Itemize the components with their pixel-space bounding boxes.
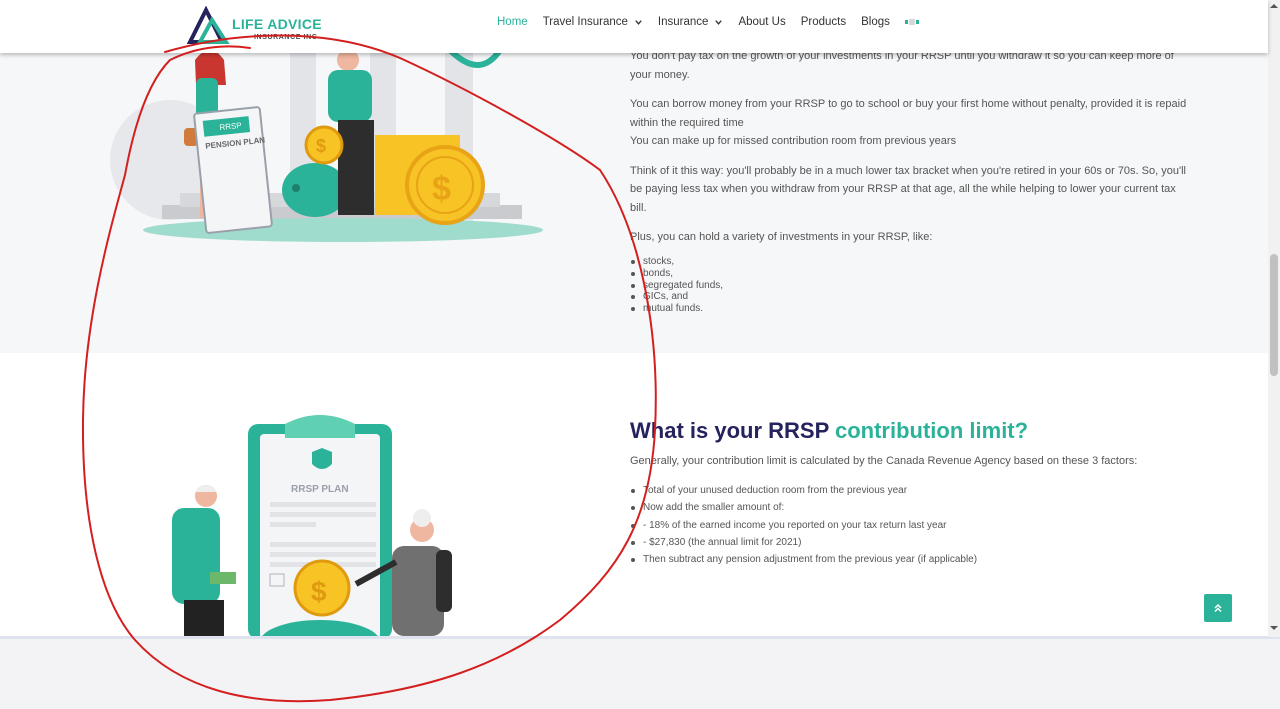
list-item: GICs, and bbox=[630, 291, 723, 303]
contribution-heading: What is your RRSP contribution limit? bbox=[630, 418, 1028, 444]
nav-insurance-label: Insurance bbox=[657, 16, 709, 28]
svg-text:$: $ bbox=[311, 576, 327, 607]
benefit-missed-room: You can make up for missed contribution … bbox=[630, 135, 957, 147]
nav-home[interactable]: Home bbox=[497, 16, 528, 28]
scroll-up-arrow[interactable] bbox=[1270, 4, 1278, 8]
logo-mountain-icon bbox=[186, 6, 230, 44]
contribution-heading-part2: contribution limit? bbox=[834, 418, 1029, 443]
pension-plan-illustration: RRSP PENSION PLAN $ $ bbox=[110, 47, 543, 242]
language-switcher[interactable] bbox=[904, 18, 919, 26]
main-nav: Home Travel Insurance Insurance About Us… bbox=[497, 16, 934, 28]
page-scrollbar[interactable] bbox=[1268, 0, 1280, 637]
list-item: - 18% of the earned income you reported … bbox=[630, 517, 977, 534]
nav-blogs[interactable]: Blogs bbox=[861, 16, 890, 28]
nav-travel-insurance-label: Travel Insurance bbox=[542, 16, 628, 28]
contribution-intro: Generally, your contribution limit is ca… bbox=[630, 455, 1138, 467]
site-header: LIFE ADVICE INSURANCE INC Home Travel In… bbox=[0, 0, 1268, 53]
benefit-investments-intro: Plus, you can hold a variety of investme… bbox=[630, 231, 933, 243]
nav-products-label: Products bbox=[800, 16, 847, 28]
chevron-down-icon bbox=[635, 19, 642, 25]
lower-blank-area bbox=[0, 636, 1280, 709]
list-item: Total of your unused deduction room from… bbox=[630, 482, 977, 499]
contribution-heading-part1: What is your RRSP bbox=[630, 418, 829, 443]
svg-text:$: $ bbox=[432, 170, 451, 208]
logo-subtitle: INSURANCE INC bbox=[254, 34, 318, 41]
nav-blogs-label: Blogs bbox=[861, 16, 890, 28]
list-item: bonds, bbox=[630, 268, 723, 280]
svg-text:$: $ bbox=[316, 136, 326, 156]
nav-about-us[interactable]: About Us bbox=[738, 16, 785, 28]
benefits-text: You don't pay tax on the growth of your … bbox=[630, 47, 1190, 258]
nav-about-us-label: About Us bbox=[738, 16, 786, 28]
benefit-tax-bracket: Think of it this way: you'll probably be… bbox=[630, 164, 1186, 214]
nav-home-label: Home bbox=[497, 16, 528, 28]
list-item: mutual funds. bbox=[630, 303, 723, 315]
logo-name: LIFE ADVICE bbox=[232, 16, 322, 32]
list-item: Now add the smaller amount of: bbox=[630, 499, 977, 516]
nav-products[interactable]: Products bbox=[801, 16, 846, 28]
flag-icon bbox=[904, 19, 919, 25]
back-to-top-button[interactable] bbox=[1204, 594, 1232, 622]
chevron-down-icon bbox=[715, 19, 723, 25]
scroll-thumb[interactable] bbox=[1270, 254, 1278, 376]
benefit-borrow: You can borrow money from your RRSP to g… bbox=[630, 98, 1187, 129]
scroll-down-arrow[interactable] bbox=[1270, 626, 1278, 630]
nav-travel-insurance[interactable]: Travel Insurance bbox=[543, 16, 643, 28]
list-item: - $27,830 (the annual limit for 2021) bbox=[630, 534, 977, 551]
logo[interactable]: LIFE ADVICE INSURANCE INC bbox=[186, 6, 326, 44]
double-chevron-up-icon bbox=[1214, 603, 1222, 613]
list-item: stocks, bbox=[630, 256, 723, 268]
contribution-factors-list: Total of your unused deduction room from… bbox=[630, 482, 977, 568]
list-item: segregated funds, bbox=[630, 280, 723, 292]
rrsp-plan-illustration: RRSP PLAN $ bbox=[172, 415, 452, 636]
list-item: Then subtract any pension adjustment fro… bbox=[630, 551, 977, 568]
nav-insurance[interactable]: Insurance bbox=[658, 16, 724, 28]
investments-list: stocks, bonds, segregated funds, GICs, a… bbox=[630, 256, 723, 315]
clipboard-label: RRSP PLAN bbox=[291, 484, 349, 495]
